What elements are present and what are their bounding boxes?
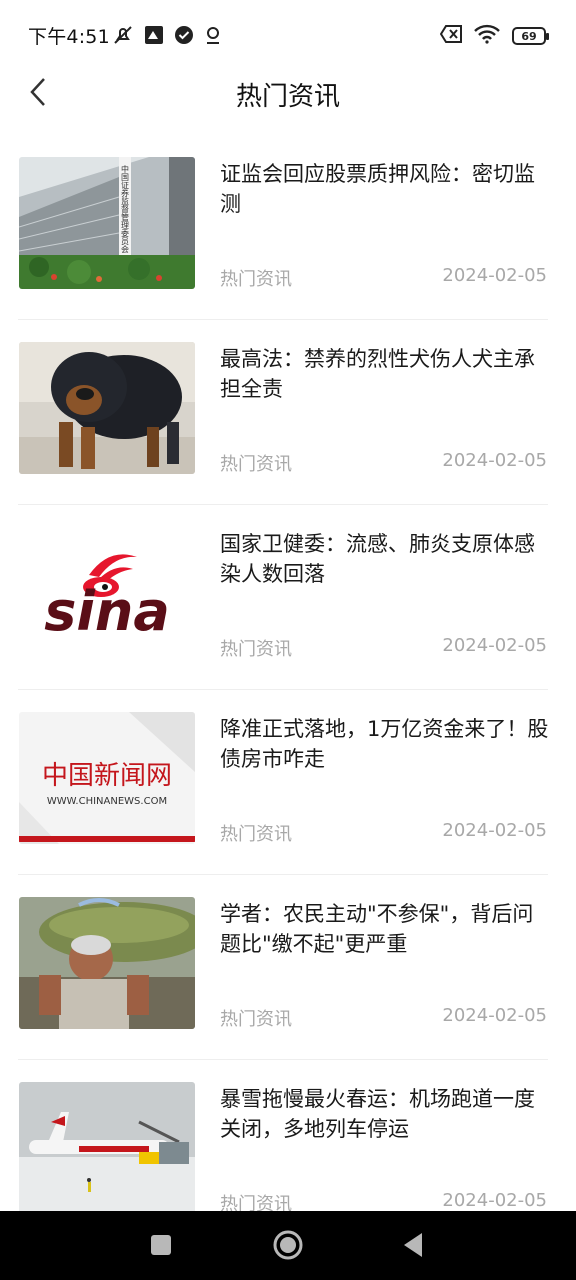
news-title[interactable]: 国家卫健委：流感、肺炎支原体感染人数回落 xyxy=(220,529,550,589)
news-thumbnail-airport xyxy=(19,1082,195,1211)
news-thumbnail-farmer xyxy=(19,897,195,1029)
news-date: 2024-02-05 xyxy=(442,450,547,471)
home-button[interactable] xyxy=(268,1227,308,1267)
news-item[interactable]: 中国证券监督管理委员会 证监会回应股票质押风险：密切监测 热门资讯 2024-0… xyxy=(0,135,576,320)
news-source: 热门资讯 xyxy=(220,1009,292,1030)
news-item[interactable]: 暴雪拖慢最火春运：机场跑道一度关闭，多地列车停运 热门资讯 2024-02-05 xyxy=(0,1060,576,1211)
news-source: 热门资讯 xyxy=(220,269,292,290)
status-bar: 下午4:51 69 xyxy=(0,0,576,70)
news-source: 热门资讯 xyxy=(220,454,292,475)
news-thumbnail-mastiff xyxy=(19,342,195,474)
app-notification-icon xyxy=(144,25,164,49)
back-nav-button[interactable] xyxy=(393,1227,433,1267)
news-title[interactable]: 学者：农民主动"不参保"，背后问题比"缴不起"更严重 xyxy=(220,899,550,959)
news-date: 2024-02-05 xyxy=(442,1190,547,1211)
news-source: 热门资讯 xyxy=(220,639,292,660)
check-badge-icon xyxy=(174,25,194,49)
chinanews-url: WWW.CHINANEWS.COM xyxy=(47,796,167,807)
battery-indicator: 69 xyxy=(512,27,549,45)
home-circle-icon xyxy=(272,1229,304,1265)
news-title[interactable]: 暴雪拖慢最火春运：机场跑道一度关闭，多地列车停运 xyxy=(220,1084,550,1144)
square-icon xyxy=(150,1234,172,1260)
sina-wordmark: sina xyxy=(44,580,170,643)
chinanews-wordmark: 中国新闻网 xyxy=(42,761,172,791)
news-date: 2024-02-05 xyxy=(442,820,547,841)
no-sim-icon xyxy=(439,25,462,47)
triangle-back-icon xyxy=(402,1232,424,1262)
news-title[interactable]: 证监会回应股票质押风险：密切监测 xyxy=(220,159,550,219)
news-item[interactable]: 学者：农民主动"不参保"，背后问题比"缴不起"更严重 热门资讯 2024-02-… xyxy=(0,875,576,1060)
building-sign: 中国证券监督管理委员会 xyxy=(121,164,130,254)
recents-button[interactable] xyxy=(141,1227,181,1267)
header: 热门资讯 xyxy=(0,66,576,122)
news-thumbnail-sina: sina xyxy=(19,527,195,659)
news-title[interactable]: 最高法：禁养的烈性犬伤人犬主承担全责 xyxy=(220,344,550,404)
news-thumbnail-chinanews: 中国新闻网 WWW.CHINANEWS.COM xyxy=(19,712,195,844)
location-icon xyxy=(204,25,222,49)
news-source: 热门资讯 xyxy=(220,1194,292,1211)
mute-icon xyxy=(112,24,134,50)
system-nav-bar xyxy=(0,1211,576,1280)
news-date: 2024-02-05 xyxy=(442,265,547,286)
news-item[interactable]: 中国新闻网 WWW.CHINANEWS.COM 降准正式落地，1万亿资金来了！股… xyxy=(0,690,576,875)
news-date: 2024-02-05 xyxy=(442,635,547,656)
page-title: 热门资讯 xyxy=(235,82,340,112)
news-date: 2024-02-05 xyxy=(442,1005,547,1026)
news-thumbnail-building: 中国证券监督管理委员会 xyxy=(19,157,195,289)
wifi-icon xyxy=(474,24,500,48)
news-item[interactable]: 最高法：禁养的烈性犬伤人犬主承担全责 热门资讯 2024-02-05 xyxy=(0,320,576,505)
news-item[interactable]: sina 国家卫健委：流感、肺炎支原体感染人数回落 热门资讯 2024-02-0… xyxy=(0,505,576,690)
news-title[interactable]: 降准正式落地，1万亿资金来了！股债房市咋走 xyxy=(220,714,550,774)
news-list[interactable]: 中国证券监督管理委员会 证监会回应股票质押风险：密切监测 热门资讯 2024-0… xyxy=(0,135,576,1211)
status-time: 下午4:51 xyxy=(28,26,110,48)
news-source: 热门资讯 xyxy=(220,824,292,845)
